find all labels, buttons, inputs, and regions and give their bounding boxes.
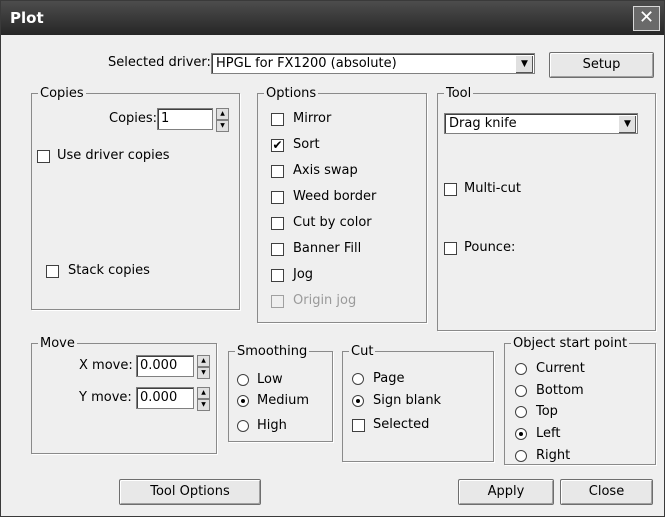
- start-bottom-radio[interactable]: [515, 385, 527, 397]
- smoothing-low-label: Low: [257, 372, 283, 387]
- jog-checkbox[interactable]: [271, 269, 284, 282]
- chevron-down-icon[interactable]: ▼: [515, 55, 533, 73]
- cut-page-radio[interactable]: [352, 373, 364, 385]
- start-current-label: Current: [536, 361, 585, 376]
- spin-down-icon[interactable]: ▼: [197, 399, 210, 411]
- stack-copies-label: Stack copies: [68, 263, 150, 278]
- start-right-label: Right: [536, 448, 571, 463]
- weed-border-checkbox[interactable]: [271, 191, 284, 204]
- cut-selected-label: Selected: [373, 417, 430, 432]
- cut-by-color-checkbox[interactable]: [271, 217, 284, 230]
- options-legend: Options: [266, 86, 317, 101]
- use-driver-copies-label: Use driver copies: [57, 148, 170, 163]
- axis-swap-checkbox[interactable]: [271, 165, 284, 178]
- jog-label: Jog: [293, 267, 314, 282]
- start-top-label: Top: [536, 404, 558, 419]
- x-move-label: X move:: [79, 358, 133, 373]
- apply-button[interactable]: Apply: [458, 479, 554, 505]
- start-right-radio[interactable]: [515, 450, 527, 462]
- tool-select[interactable]: Drag knife ▼: [444, 113, 638, 134]
- title-bar: Plot ✕: [1, 1, 664, 35]
- tool-options-button[interactable]: Tool Options: [119, 479, 261, 505]
- smoothing-medium-label: Medium: [257, 393, 309, 408]
- banner-fill-checkbox[interactable]: [271, 243, 284, 256]
- close-icon[interactable]: ✕: [633, 6, 660, 31]
- move-legend: Move: [40, 336, 75, 351]
- spin-down-icon[interactable]: ▼: [216, 120, 229, 132]
- plot-dialog: Plot ✕ Selected driver: HPGL for FX1200 …: [0, 0, 665, 517]
- use-driver-copies-checkbox[interactable]: [37, 150, 50, 163]
- smoothing-legend: Smoothing: [237, 344, 308, 359]
- window-title: Plot: [10, 9, 44, 27]
- start-left-label: Left: [536, 426, 561, 441]
- axis-swap-label: Axis swap: [293, 163, 358, 178]
- origin-jog-label: Origin jog: [293, 293, 357, 308]
- start-point-group: Object start point: [504, 336, 656, 465]
- cut-selected-checkbox[interactable]: [352, 419, 365, 432]
- cut-legend: Cut: [351, 344, 374, 359]
- mirror-label: Mirror: [293, 111, 332, 126]
- spin-up-icon[interactable]: ▲: [197, 355, 210, 367]
- tool-legend: Tool: [446, 86, 472, 101]
- close-button[interactable]: Close: [560, 479, 653, 505]
- origin-jog-checkbox[interactable]: [271, 295, 284, 308]
- sort-checkbox[interactable]: ✔: [271, 139, 284, 152]
- start-point-legend: Object start point: [513, 336, 628, 351]
- start-left-radio[interactable]: [515, 428, 527, 440]
- smoothing-high-radio[interactable]: [237, 420, 249, 432]
- x-move-stepper[interactable]: ▲ ▼: [197, 355, 210, 379]
- start-top-radio[interactable]: [515, 406, 527, 418]
- y-move-input[interactable]: 0.000: [136, 387, 194, 409]
- spin-up-icon[interactable]: ▲: [216, 108, 229, 120]
- smoothing-high-label: High: [257, 418, 287, 433]
- smoothing-low-radio[interactable]: [237, 374, 249, 386]
- cut-sign-blank-radio[interactable]: [352, 395, 364, 407]
- multi-cut-checkbox[interactable]: [444, 183, 457, 196]
- banner-fill-label: Banner Fill: [293, 241, 362, 256]
- pounce-checkbox[interactable]: [444, 242, 457, 255]
- pounce-label: Pounce:: [464, 240, 516, 255]
- stack-copies-checkbox[interactable]: [46, 265, 59, 278]
- start-bottom-label: Bottom: [536, 383, 584, 398]
- tool-value: Drag knife: [449, 116, 517, 131]
- cut-sign-blank-label: Sign blank: [373, 393, 442, 408]
- weed-border-label: Weed border: [293, 189, 377, 204]
- multi-cut-label: Multi-cut: [464, 181, 521, 196]
- cut-page-label: Page: [373, 371, 405, 386]
- driver-select[interactable]: HPGL for FX1200 (absolute) ▼: [211, 53, 535, 74]
- smoothing-medium-radio[interactable]: [237, 395, 249, 407]
- copies-value: 1: [161, 111, 170, 126]
- setup-button[interactable]: Setup: [549, 52, 654, 78]
- mirror-checkbox[interactable]: [271, 113, 284, 126]
- cut-by-color-label: Cut by color: [293, 215, 372, 230]
- y-move-value: 0.000: [140, 390, 178, 405]
- copies-legend: Copies: [40, 86, 84, 101]
- x-move-value: 0.000: [140, 358, 178, 373]
- x-move-input[interactable]: 0.000: [136, 355, 194, 377]
- copies-input[interactable]: 1: [157, 108, 213, 130]
- spin-up-icon[interactable]: ▲: [197, 387, 210, 399]
- copies-stepper[interactable]: ▲ ▼: [216, 108, 229, 132]
- spin-down-icon[interactable]: ▼: [197, 367, 210, 379]
- start-current-radio[interactable]: [515, 363, 527, 375]
- chevron-down-icon[interactable]: ▼: [618, 115, 636, 133]
- driver-value: HPGL for FX1200 (absolute): [216, 56, 397, 71]
- sort-label: Sort: [293, 137, 320, 152]
- y-move-stepper[interactable]: ▲ ▼: [197, 387, 210, 411]
- driver-label: Selected driver:: [108, 55, 211, 70]
- copies-label: Copies:: [109, 111, 158, 126]
- y-move-label: Y move:: [79, 390, 132, 405]
